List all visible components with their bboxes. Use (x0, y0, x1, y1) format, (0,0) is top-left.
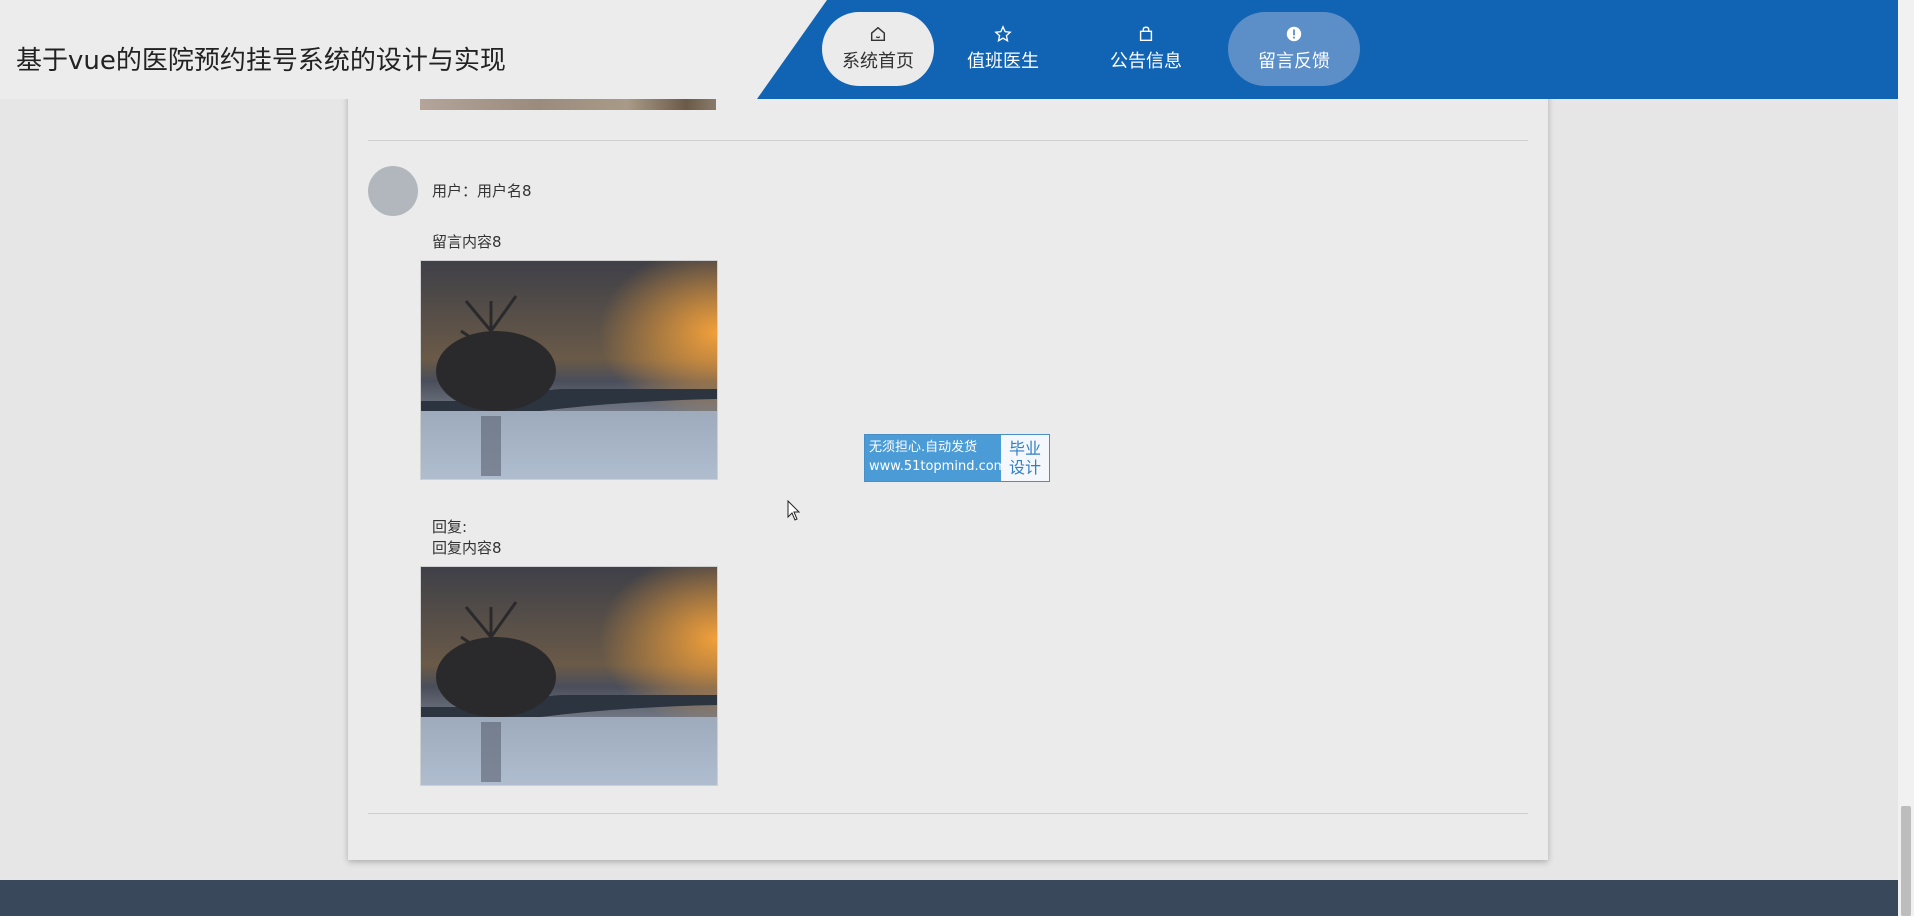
divider (368, 140, 1528, 141)
top-navbar: 基于vue的医院预约挂号系统的设计与实现 系统首页 值班医生 公告信息 留言反馈 (0, 0, 1898, 99)
footer (0, 880, 1898, 916)
nav-notices[interactable]: 公告信息 (1090, 12, 1202, 86)
watermark-tag-line1: 毕业 (1008, 439, 1041, 458)
nav-feedback[interactable]: 留言反馈 (1228, 12, 1360, 86)
nav-doctors-label: 值班医生 (967, 51, 1039, 72)
watermark-text: 无须担心.自动发货 www.51topmind.com (865, 435, 1007, 481)
nav-bar: 系统首页 值班医生 公告信息 留言反馈 (757, 0, 1898, 99)
reply-label: 回复: (432, 518, 468, 536)
reply-content: 回复内容8 (432, 539, 502, 557)
user-label: 用户： (432, 182, 478, 200)
message-image (420, 260, 718, 480)
nav-notices-label: 公告信息 (1110, 51, 1182, 72)
nav-feedback-label: 留言反馈 (1258, 51, 1330, 72)
shopping-bag-icon (1139, 26, 1153, 42)
message-user: 用户：用户名8 (432, 180, 532, 201)
divider (368, 813, 1528, 814)
scrollbar-thumb[interactable] (1901, 806, 1911, 916)
reply-image (420, 566, 718, 786)
message-content: 留言内容8 (432, 233, 502, 251)
site-title: 基于vue的医院预约挂号系统的设计与实现 (16, 46, 506, 76)
star-icon (994, 25, 1012, 43)
nav-home-label: 系统首页 (842, 51, 914, 72)
user-name: 用户名8 (477, 182, 532, 200)
watermark-line2: www.51topmind.com (869, 459, 1007, 474)
watermark-line1: 无须担心.自动发货 (869, 440, 978, 455)
title-area: 基于vue的医院预约挂号系统的设计与实现 (0, 0, 830, 99)
watermark-tag-line2: 设计 (1008, 458, 1041, 477)
mouse-cursor-icon (787, 500, 801, 521)
avatar (368, 166, 418, 216)
watermark-badge: 无须担心.自动发货 www.51topmind.com 毕业 设计 (864, 434, 1050, 482)
alert-circle-icon (1286, 26, 1302, 42)
home-icon (870, 26, 886, 42)
nav-doctors[interactable]: 值班医生 (947, 12, 1059, 86)
message-card: 用户：用户名8 留言内容8 回复: 回复内容8 (348, 0, 1548, 860)
scrollbar[interactable] (1898, 0, 1914, 916)
nav-home[interactable]: 系统首页 (822, 12, 934, 86)
watermark-tag: 毕业 设计 (1001, 435, 1049, 481)
